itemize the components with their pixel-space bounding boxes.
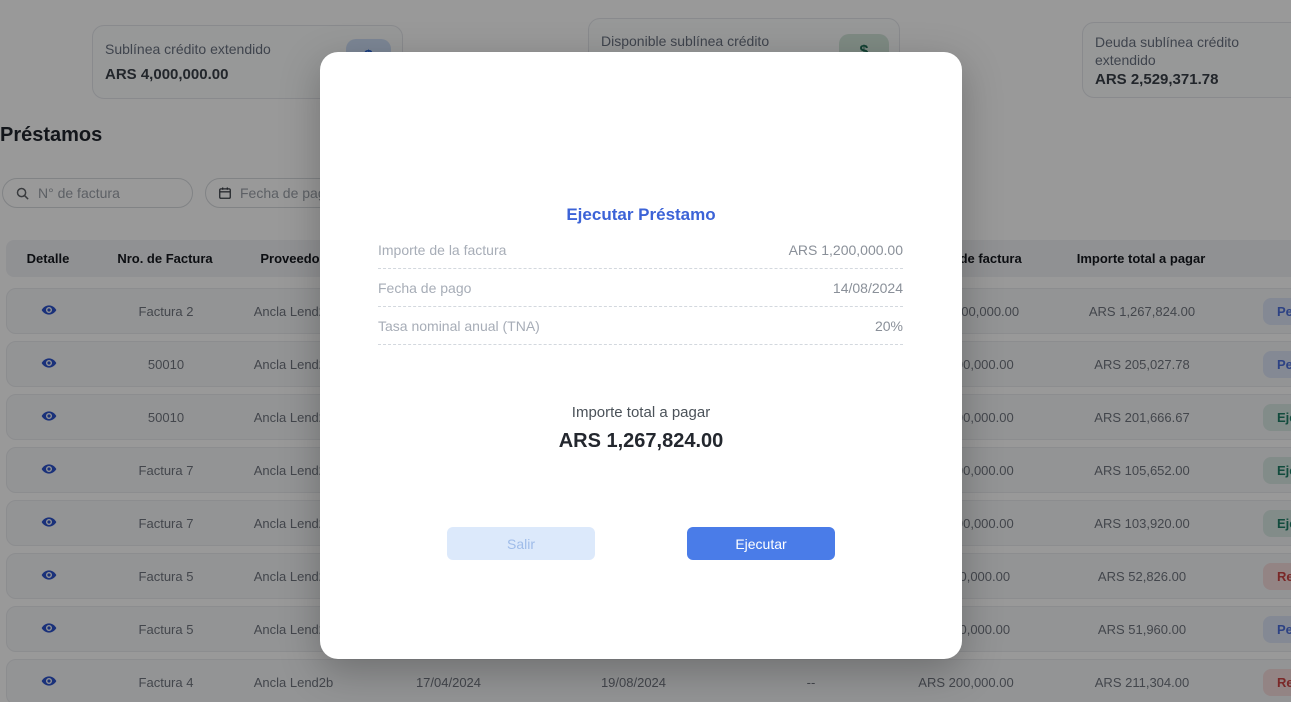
total-to-pay-value: ARS 1,267,824.00 bbox=[320, 430, 962, 453]
ejecutar-prestamo-modal: Ejecutar Préstamo Importe de la factura … bbox=[320, 52, 962, 659]
field-label: Fecha de pago bbox=[378, 280, 471, 296]
field-value: 14/08/2024 bbox=[833, 280, 903, 296]
field-invoice-amount: Importe de la factura ARS 1,200,000.00 bbox=[378, 231, 903, 269]
field-tna-rate: Tasa nominal anual (TNA) 20% bbox=[378, 307, 903, 345]
total-to-pay-label: Importe total a pagar bbox=[320, 404, 962, 421]
field-label: Tasa nominal anual (TNA) bbox=[378, 318, 540, 334]
total-to-pay-block: Importe total a pagar ARS 1,267,824.00 bbox=[320, 404, 962, 453]
ejecutar-button[interactable]: Ejecutar bbox=[687, 527, 835, 560]
field-label: Importe de la factura bbox=[378, 242, 506, 258]
salir-button[interactable]: Salir bbox=[447, 527, 595, 560]
field-value: ARS 1,200,000.00 bbox=[789, 242, 903, 258]
field-value: 20% bbox=[875, 318, 903, 334]
loan-detail-fields: Importe de la factura ARS 1,200,000.00 F… bbox=[378, 231, 903, 345]
field-payment-date: Fecha de pago 14/08/2024 bbox=[378, 269, 903, 307]
modal-title: Ejecutar Préstamo bbox=[320, 205, 962, 225]
